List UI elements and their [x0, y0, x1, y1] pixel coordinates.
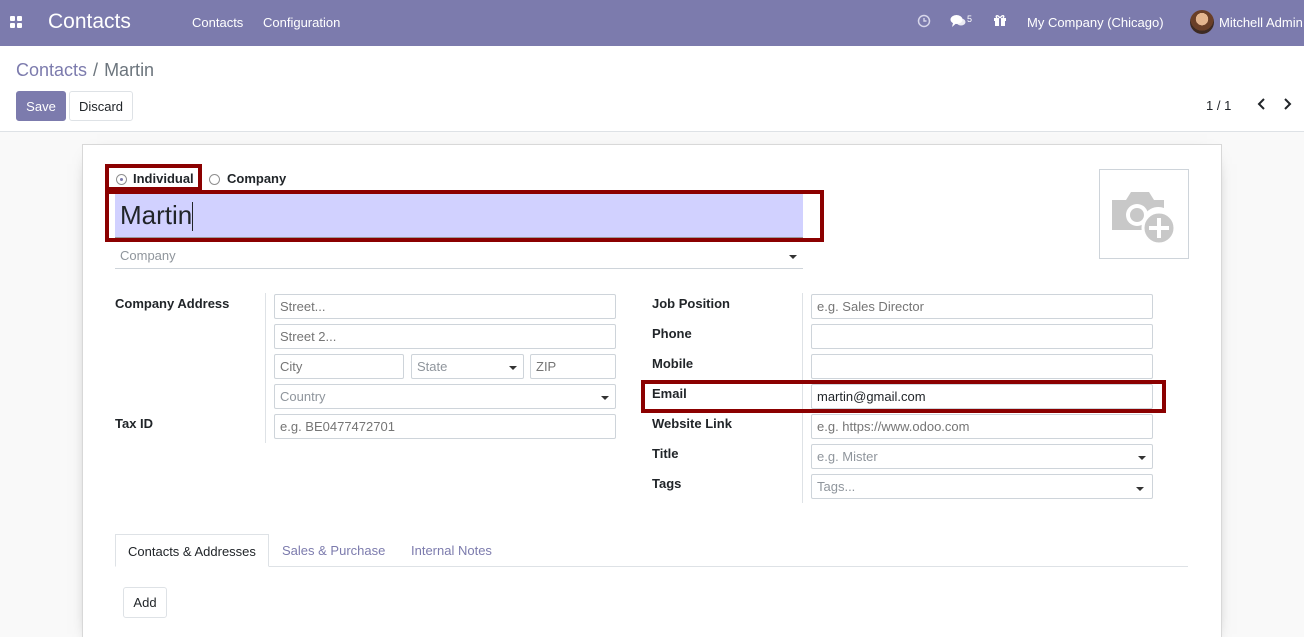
chevron-down-icon: [1138, 456, 1146, 460]
clock-icon[interactable]: [917, 14, 931, 31]
tax-id-input[interactable]: [274, 414, 616, 439]
phone-label: Phone: [652, 326, 692, 341]
chevron-down-icon: [509, 366, 517, 370]
breadcrumb-separator: /: [93, 60, 99, 80]
chevron-down-icon: [789, 255, 797, 259]
tags-label: Tags: [652, 476, 682, 491]
pager-next-icon[interactable]: [1282, 96, 1296, 112]
state-placeholder: State: [417, 359, 448, 374]
street2-input[interactable]: [274, 324, 616, 349]
country-placeholder: Country: [280, 389, 326, 404]
company-address-label: Company Address: [115, 296, 230, 311]
radio-company-label[interactable]: Company: [227, 171, 286, 186]
breadcrumb-current: Martin: [104, 60, 155, 80]
control-panel: Contacts / Martin Save Discard 1 / 1: [0, 46, 1304, 132]
messages-count-badge: 5: [967, 14, 973, 24]
job-position-input[interactable]: [811, 294, 1153, 319]
app-title[interactable]: Contacts: [48, 10, 131, 34]
tab-sales-purchase[interactable]: Sales & Purchase: [270, 534, 397, 567]
left-separator: [265, 293, 266, 443]
avatar-upload[interactable]: [1099, 169, 1189, 259]
add-contact-button[interactable]: Add: [123, 587, 167, 618]
name-highlight-box: [105, 190, 824, 242]
tags-select[interactable]: Tags...: [811, 474, 1153, 499]
mobile-label: Mobile: [652, 356, 694, 371]
phone-input[interactable]: [811, 324, 1153, 349]
company-switcher[interactable]: My Company (Chicago): [1027, 15, 1164, 30]
discard-button[interactable]: Discard: [69, 91, 133, 121]
website-input[interactable]: [811, 414, 1153, 439]
country-select[interactable]: Country: [274, 384, 616, 409]
menu-contacts[interactable]: Contacts: [192, 15, 243, 30]
chat-icon[interactable]: [950, 14, 966, 31]
tab-contacts-addresses[interactable]: Contacts & Addresses: [115, 534, 269, 567]
street-input[interactable]: [274, 294, 616, 319]
breadcrumb-contacts-link[interactable]: Contacts: [16, 60, 87, 80]
gift-icon[interactable]: [993, 13, 1007, 30]
state-select[interactable]: State: [411, 354, 524, 379]
job-position-label: Job Position: [652, 296, 730, 311]
email-highlight-box: [641, 380, 1166, 413]
top-navbar: Contacts Contacts Configuration 5 My Com…: [0, 0, 1304, 46]
title-select[interactable]: e.g. Mister: [811, 444, 1153, 469]
zip-input[interactable]: [530, 354, 616, 379]
title-placeholder: e.g. Mister: [817, 449, 878, 464]
apps-grid-icon[interactable]: [10, 16, 22, 28]
pager-value[interactable]: 1 / 1: [1206, 98, 1231, 113]
chevron-down-icon: [1136, 487, 1144, 491]
tax-id-label: Tax ID: [115, 416, 154, 431]
website-label: Website Link: [652, 416, 732, 431]
tab-internal-notes[interactable]: Internal Notes: [399, 534, 504, 567]
city-input[interactable]: [274, 354, 404, 379]
mobile-input[interactable]: [811, 354, 1153, 379]
company-select-placeholder: Company: [120, 248, 176, 263]
menu-configuration[interactable]: Configuration: [263, 15, 340, 30]
pager-previous-icon[interactable]: [1255, 96, 1269, 112]
company-select[interactable]: Company: [115, 244, 803, 269]
user-avatar[interactable]: [1190, 10, 1214, 34]
title-label: Title: [652, 446, 679, 461]
save-button[interactable]: Save: [16, 91, 66, 121]
user-menu[interactable]: Mitchell Admin: [1219, 15, 1303, 30]
radio-company[interactable]: [209, 174, 220, 185]
individual-highlight-box: [105, 164, 202, 191]
tags-placeholder: Tags...: [817, 479, 856, 494]
breadcrumb: Contacts / Martin: [16, 60, 154, 81]
chevron-down-icon: [601, 396, 609, 400]
camera-add-icon: [1112, 192, 1177, 246]
